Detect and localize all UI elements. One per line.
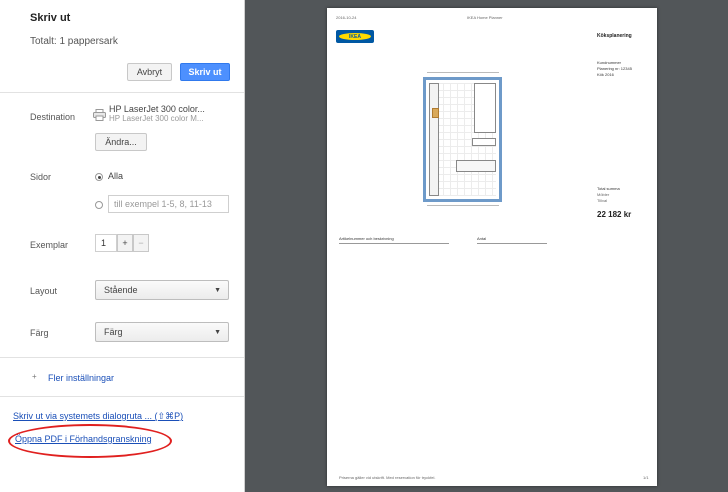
kitchen-floor-plan [423, 77, 502, 202]
page-date: 2016-10-24 [336, 15, 357, 20]
total-price: 22 182 kr [597, 210, 632, 219]
plan-counter [456, 160, 496, 172]
page-range-input[interactable]: till exempel 1-5, 8, 11-13 [108, 195, 229, 213]
dimension-line [427, 205, 499, 206]
page-header-title: IKEA Home Planner [467, 15, 503, 20]
summary-label: Total summa [597, 186, 620, 191]
table-header: Artikelnummer och beskrivning [339, 236, 394, 241]
table-rule [477, 243, 547, 244]
color-label: Färg [30, 328, 49, 338]
pages-label: Sidor [30, 172, 52, 182]
layout-value: Stående [104, 285, 138, 295]
system-dialog-link[interactable]: Skriv ut via systemets dialogruta ... (⇧… [13, 411, 183, 422]
table-rule [339, 243, 449, 244]
table-header: Antal [477, 236, 487, 241]
product-info-line: Kök 2016 [597, 72, 614, 77]
summary-row: Tillval [597, 198, 608, 203]
project-name: Köksplanering [597, 33, 632, 39]
cancel-button[interactable]: Avbryt [127, 63, 172, 81]
product-info-line: Kundnummer [597, 60, 622, 65]
plan-sink [472, 138, 496, 146]
ikea-logo-text: IKEA [339, 33, 371, 40]
product-info-line: Planering nr: 12345 [597, 66, 632, 71]
plan-cabinet-row [429, 83, 439, 196]
divider [0, 357, 244, 358]
plan-appliance [432, 108, 439, 118]
destination-label: Destination [30, 112, 76, 122]
dropdown-arrow-icon: ▼ [214, 287, 221, 294]
preview-page: 2016-10-24 IKEA Home Planner IKEA Kökspl… [327, 8, 657, 486]
plan-fridge [474, 83, 496, 133]
more-settings-toggle[interactable]: Fler inställningar [48, 373, 114, 383]
highlight-annotation-circle [8, 424, 172, 458]
dimension-line [427, 72, 499, 73]
printer-icon [93, 108, 106, 121]
pages-range-radio[interactable] [95, 201, 103, 209]
ikea-logo: IKEA [336, 30, 374, 43]
printer-model: HP LaserJet 300 color M... [109, 114, 204, 123]
sheet-count: Totalt: 1 pappersark [30, 36, 118, 47]
copies-decrement-button[interactable]: − [133, 234, 149, 252]
dialog-title: Skriv ut [30, 12, 71, 24]
color-value: Färg [104, 327, 123, 337]
chevron-right-icon: + [32, 372, 37, 381]
change-destination-button[interactable]: Ändra... [95, 133, 147, 151]
divider [0, 396, 244, 397]
dropdown-arrow-icon: ▼ [214, 329, 221, 336]
page-footer-note: Priserna gäller vid utskrift. Med reserv… [339, 475, 436, 480]
summary-row: Möbler [597, 192, 610, 197]
page-number: 1/1 [643, 475, 649, 480]
pages-all-radio[interactable] [95, 173, 103, 181]
print-button[interactable]: Skriv ut [180, 63, 230, 81]
copies-input[interactable]: 1 [95, 234, 117, 252]
print-settings-sidebar: Skriv ut Totalt: 1 pappersark Avbryt Skr… [0, 0, 245, 492]
layout-select[interactable]: Stående ▼ [95, 280, 229, 300]
printer-name: HP LaserJet 300 color... [109, 104, 205, 114]
layout-label: Layout [30, 286, 58, 296]
copies-label: Exemplar [30, 240, 69, 250]
pages-all-label: Alla [108, 171, 124, 181]
divider [0, 92, 244, 93]
color-select[interactable]: Färg ▼ [95, 322, 229, 342]
copies-increment-button[interactable]: + [117, 234, 133, 252]
